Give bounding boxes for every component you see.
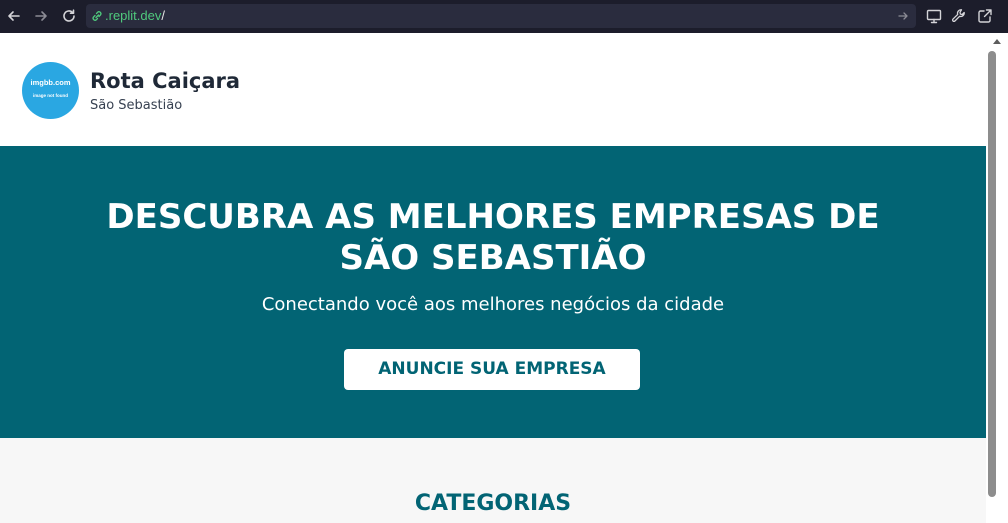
site-header: imgbb.com image not found Rota Caiçara S… [0,33,986,146]
advertise-button[interactable]: ANUNCIE SUA EMPRESA [344,349,640,390]
logo[interactable]: imgbb.com image not found [22,62,79,119]
brand-name[interactable]: Rota Caiçara [90,68,240,94]
url-text: .replit.dev/ [105,8,165,24]
go-arrow-icon[interactable] [896,9,910,23]
address-bar[interactable]: .replit.dev/ [86,4,916,28]
logo-text-primary: imgbb.com [30,78,71,87]
hero-section: DESCUBRA AS MELHORES EMPRESAS DE SÃO SEB… [0,146,986,438]
url-domain: .replit.dev [105,8,162,23]
external-link-icon[interactable] [976,7,994,25]
forward-arrow-icon[interactable] [31,6,51,26]
brand-city: São Sebastião [90,98,183,113]
scroll-up-arrow-icon[interactable] [993,39,1001,44]
wrench-icon[interactable] [950,7,968,25]
page-viewport: imgbb.com image not found Rota Caiçara S… [0,33,1008,523]
url-path: / [161,8,165,23]
scrollbar-thumb[interactable] [988,51,996,497]
monitor-icon[interactable] [925,7,943,25]
logo-text-secondary: image not found [33,93,68,98]
link-icon [92,11,102,21]
scrollbar[interactable] [986,33,1008,523]
hero-title: DESCUBRA AS MELHORES EMPRESAS DE SÃO SEB… [106,197,880,278]
categories-heading: CATEGORIAS [414,491,572,516]
hero-subtitle: Conectando você aos melhores negócios da… [261,294,725,315]
browser-toolbar: .replit.dev/ [0,0,1008,33]
back-arrow-icon[interactable] [4,6,24,26]
reload-icon[interactable] [59,6,79,26]
